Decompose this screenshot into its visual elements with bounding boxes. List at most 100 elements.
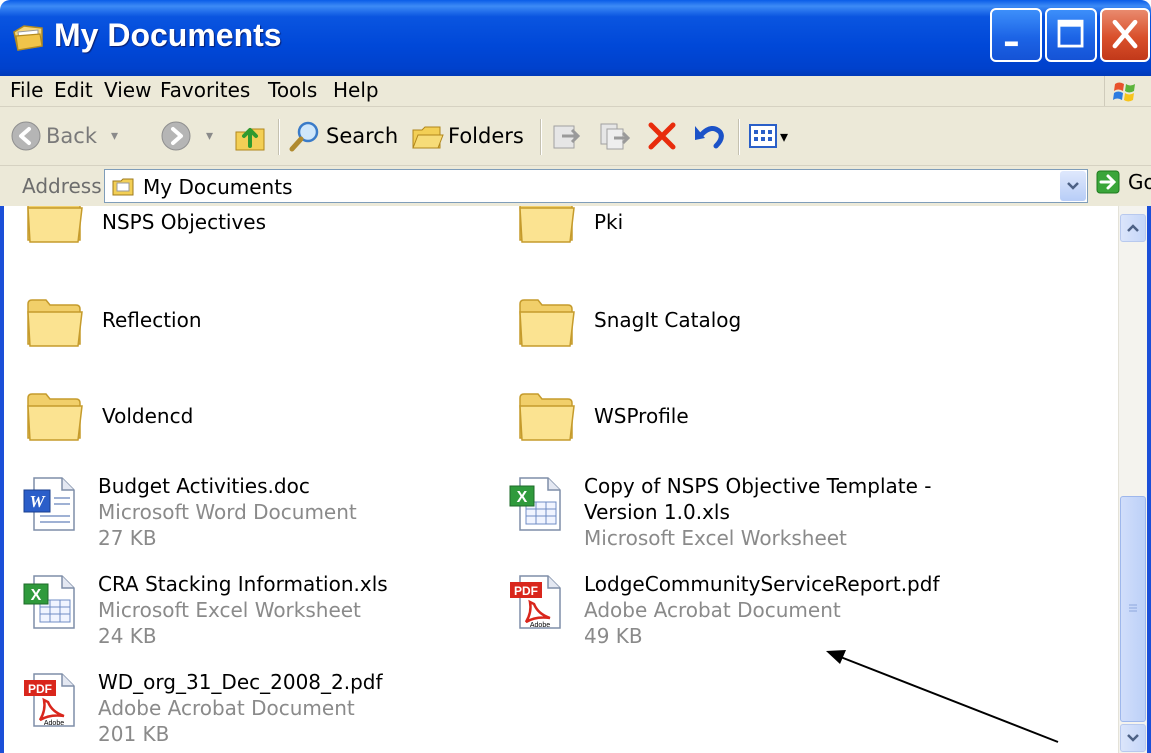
move-to-icon: [553, 125, 581, 149]
close-button[interactable]: [1100, 8, 1150, 62]
back-button[interactable]: Back ▾: [10, 107, 118, 165]
toolbar-separator: [738, 119, 740, 155]
svg-text:PDF: PDF: [514, 584, 538, 598]
toolbar: Back ▾ ▾ Search Folders ▾: [0, 107, 1151, 166]
excel-icon: X: [23, 575, 75, 629]
file-type: Adobe Acrobat Document: [98, 696, 355, 720]
address-input[interactable]: My Documents: [104, 169, 1088, 203]
file-size: 201 KB: [98, 722, 170, 746]
search-label: Search: [326, 124, 399, 148]
scrollbar-thumb[interactable]: [1120, 496, 1146, 722]
undo-button[interactable]: [692, 107, 726, 165]
menu-help[interactable]: Help: [333, 78, 379, 102]
maximize-icon: [1057, 19, 1084, 48]
svg-text:X: X: [31, 587, 42, 604]
menu-bar: File Edit View Favorites Tools Help: [0, 76, 1151, 107]
title-bar[interactable]: My Documents: [0, 0, 1151, 76]
go-button[interactable]: Go: [1096, 170, 1151, 194]
minimize-icon: [1004, 41, 1018, 47]
folder-name: Voldencd: [102, 404, 194, 428]
my-documents-icon: [112, 178, 134, 196]
search-icon: [289, 121, 319, 152]
forward-button[interactable]: ▾: [160, 107, 213, 165]
undo-icon: [695, 126, 724, 149]
views-dropdown-icon[interactable]: ▾: [780, 127, 788, 146]
forward-dropdown-icon[interactable]: ▾: [206, 128, 213, 144]
folders-label: Folders: [448, 124, 524, 148]
search-button[interactable]: Search: [288, 107, 398, 165]
file-size: 27 KB: [98, 526, 157, 550]
folder-name: SnagIt Catalog: [594, 308, 742, 332]
chevron-up-icon: [1127, 224, 1139, 232]
file-name: Budget Activities.doc: [98, 474, 310, 498]
address-label: Address: [22, 174, 102, 198]
maximize-button[interactable]: [1045, 8, 1097, 62]
menu-edit[interactable]: Edit: [54, 78, 93, 102]
go-label: Go: [1128, 170, 1151, 194]
back-dropdown-icon[interactable]: ▾: [111, 128, 118, 144]
menu-favorites[interactable]: Favorites: [160, 78, 250, 102]
file-name: WD_org_31_Dec_2008_2.pdf: [98, 670, 383, 694]
move-to-button[interactable]: [550, 107, 582, 165]
folder-icon: [519, 393, 575, 441]
views-button[interactable]: ▾: [748, 107, 788, 165]
folder-name: NSPS Objectives: [102, 210, 267, 234]
windows-logo-icon: [1104, 76, 1145, 106]
close-icon: [1112, 19, 1138, 49]
back-arrow-icon: [11, 121, 41, 151]
file-list-pane: NSPS Objectives Pki Reflection SnagIt Ca…: [0, 206, 1118, 753]
address-dropdown-button[interactable]: [1060, 171, 1086, 201]
up-folder-icon: [235, 128, 265, 151]
explorer-window: My Documents File Edit View Favorites To…: [0, 0, 1151, 753]
menu-file[interactable]: File: [10, 78, 43, 102]
grip-icon: [1129, 604, 1137, 612]
svg-text:PDF: PDF: [28, 682, 52, 696]
menu-view[interactable]: View: [104, 78, 151, 102]
folder-name: WSProfile: [594, 404, 689, 428]
excel-icon: X: [509, 477, 561, 531]
chevron-down-icon: [1127, 734, 1139, 742]
file-name-line1: Copy of NSPS Objective Template -: [584, 474, 932, 498]
toolbar-separator: [540, 119, 542, 155]
file-name: LodgeCommunityServiceReport.pdf: [584, 572, 940, 596]
svg-text:X: X: [517, 489, 528, 506]
file-name-line2: Version 1.0.xls: [584, 500, 730, 524]
file-type: Microsoft Word Document: [98, 500, 357, 524]
word-doc-icon: W: [23, 477, 75, 531]
address-bar: Address My Documents Go: [0, 166, 1151, 206]
folder-icon: [27, 299, 83, 347]
folder-name: Reflection: [102, 308, 202, 332]
address-value: My Documents: [143, 175, 293, 199]
copy-to-button[interactable]: [598, 107, 630, 165]
back-label: Back: [46, 124, 97, 148]
window-title: My Documents: [54, 17, 282, 53]
svg-text:W: W: [29, 492, 46, 511]
file-name: CRA Stacking Information.xls: [98, 572, 388, 596]
scroll-up-button[interactable]: [1120, 214, 1146, 242]
copy-to-icon: [600, 123, 630, 150]
folder-icon: [27, 206, 83, 243]
up-folder-button[interactable]: [232, 107, 268, 165]
file-size: 49 KB: [584, 624, 643, 648]
folders-icon: [412, 126, 444, 149]
svg-text:Adobe: Adobe: [44, 720, 64, 727]
chevron-down-icon: [1067, 182, 1079, 190]
toolbar-separator: [278, 119, 280, 155]
folder-icon: [27, 393, 83, 441]
folder-icon: [519, 299, 575, 347]
go-arrow-icon: [1096, 170, 1120, 194]
menu-tools[interactable]: Tools: [268, 78, 317, 102]
pdf-icon: PDF Adobe: [24, 673, 75, 727]
forward-arrow-icon: [161, 121, 191, 151]
folder-icon: [519, 206, 575, 243]
svg-text:Adobe: Adobe: [530, 622, 550, 629]
folder-name: Pki: [594, 210, 624, 234]
vertical-scrollbar[interactable]: [1118, 206, 1151, 753]
folders-button[interactable]: Folders: [410, 107, 524, 165]
my-documents-icon: [13, 25, 43, 51]
views-icon: [749, 124, 777, 148]
file-type: Adobe Acrobat Document: [584, 598, 841, 622]
scroll-down-button[interactable]: [1120, 724, 1146, 752]
delete-button[interactable]: [646, 107, 678, 165]
minimize-button[interactable]: [990, 8, 1042, 62]
